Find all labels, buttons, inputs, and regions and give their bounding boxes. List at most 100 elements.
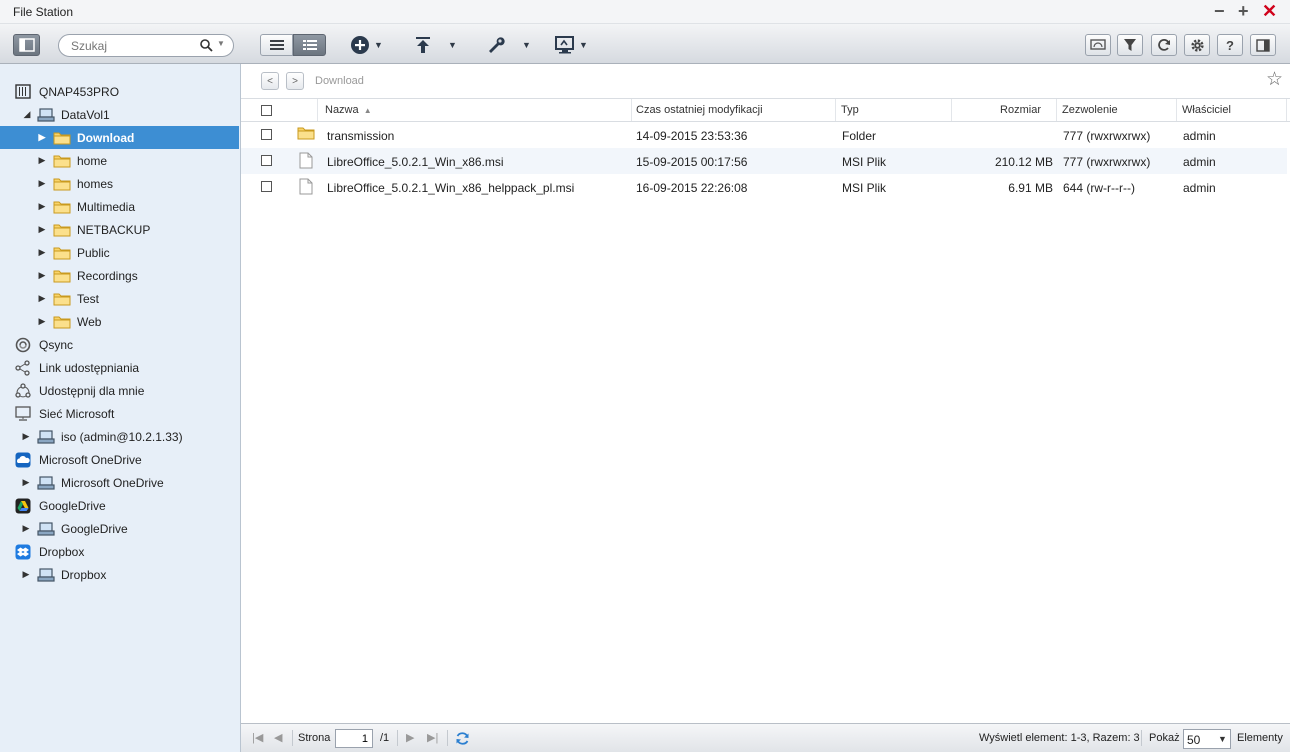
select-all-checkbox[interactable]: [261, 105, 272, 116]
expand-icon[interactable]: ▶: [37, 132, 47, 143]
tree-item-dropbox[interactable]: Dropbox: [0, 540, 239, 563]
header-type[interactable]: Typ: [836, 99, 952, 121]
close-button[interactable]: ✕: [1262, 2, 1277, 20]
remote-mount-button[interactable]: ▼: [555, 34, 588, 56]
sidebar-item-label: Web: [77, 314, 102, 329]
expand-icon[interactable]: ▶: [37, 201, 47, 212]
folder-icon: [53, 268, 71, 284]
expand-icon[interactable]: ▶: [37, 247, 47, 258]
pagination-bar: |◀ ◀ Strona /1 ▶ ▶| Wyświetl element: 1-…: [241, 723, 1290, 752]
favorite-star-icon[interactable]: ☆: [1266, 70, 1283, 89]
expand-icon[interactable]: ▶: [21, 431, 31, 442]
header-modified[interactable]: Czas ostatniej modyfikacji: [631, 99, 836, 121]
refresh-button[interactable]: [1151, 34, 1177, 56]
sidebar-item-netbackup[interactable]: ▶ NETBACKUP: [0, 218, 239, 241]
tree-item-share-link[interactable]: Link udostępniania: [0, 356, 239, 379]
sidebar-item-recordings[interactable]: ▶ Recordings: [0, 264, 239, 287]
cell-modified: 16-09-2015 22:26:08: [636, 181, 748, 195]
header-size[interactable]: Rozmiar: [952, 99, 1057, 121]
back-button[interactable]: <: [261, 72, 279, 90]
sidebar-item-multimedia[interactable]: ▶ Multimedia: [0, 195, 239, 218]
cell-permission: 644 (rw-r--r--): [1063, 181, 1135, 195]
row-checkbox[interactable]: [261, 181, 272, 192]
forward-button[interactable]: >: [286, 72, 304, 90]
tree-item-dropbox-child[interactable]: ▶ Dropbox: [0, 563, 239, 586]
collapse-icon[interactable]: ◢: [22, 109, 32, 120]
nas-icon: [14, 84, 32, 100]
show-label: Pokaż: [1149, 732, 1180, 744]
reload-icon[interactable]: [455, 731, 470, 749]
expand-icon[interactable]: ▶: [37, 155, 47, 166]
expand-icon[interactable]: ▶: [21, 523, 31, 534]
tools-menu-button[interactable]: ▼: [486, 34, 531, 56]
add-icon: [351, 36, 369, 54]
sidebar-toggle-icon: [18, 38, 35, 52]
ms-network-label: Sieć Microsoft: [39, 406, 115, 421]
table-row[interactable]: LibreOffice_5.0.2.1_Win_x86.msi 15-09-201…: [241, 148, 1287, 174]
current-path[interactable]: Download: [315, 75, 364, 87]
upload-button[interactable]: [414, 34, 432, 56]
sidebar-item-download[interactable]: ▶ Download: [0, 126, 239, 149]
first-page-icon[interactable]: |◀: [252, 731, 263, 744]
table-row[interactable]: LibreOffice_5.0.2.1_Win_x86_helppack_pl.…: [241, 174, 1287, 200]
help-button[interactable]: ?: [1217, 34, 1243, 56]
maximize-button[interactable]: +: [1238, 2, 1249, 20]
panel-toggle-button[interactable]: [1250, 34, 1276, 56]
sidebar-item-label: Public: [77, 245, 110, 260]
settings-button[interactable]: [1184, 34, 1210, 56]
tree-item-ms-network-child[interactable]: ▶ iso (admin@10.2.1.33): [0, 425, 239, 448]
expand-icon[interactable]: ▶: [37, 178, 47, 189]
expand-icon[interactable]: ▶: [37, 270, 47, 281]
sidebar-item-home[interactable]: ▶ home: [0, 149, 239, 172]
expand-icon[interactable]: ▶: [37, 293, 47, 304]
tree-item-shared-with-me[interactable]: Udostępnij dla mnie: [0, 379, 239, 402]
sidebar-item-homes[interactable]: ▶ homes: [0, 172, 239, 195]
search-input[interactable]: [71, 38, 196, 53]
search-icon[interactable]: [200, 39, 213, 52]
expand-icon[interactable]: ▶: [21, 477, 31, 488]
share-screen-button[interactable]: [1085, 34, 1111, 56]
row-checkbox[interactable]: [261, 155, 272, 166]
minimize-button[interactable]: −: [1214, 2, 1225, 20]
sidebar-item-test[interactable]: ▶ Test: [0, 287, 239, 310]
tree-item-ms-network[interactable]: Sieć Microsoft: [0, 402, 239, 425]
row-checkbox[interactable]: [261, 129, 272, 140]
upload-menu-button[interactable]: ▼: [444, 34, 457, 56]
sort-ascending-icon: ▲: [363, 106, 372, 115]
last-page-icon[interactable]: ▶|: [427, 731, 438, 744]
table-row[interactable]: transmission 14-09-2015 23:53:36 Folder 777…: [241, 122, 1287, 148]
page-label: Strona: [298, 732, 331, 744]
prev-page-icon[interactable]: ◀: [274, 731, 282, 744]
page-number-input[interactable]: [335, 729, 373, 748]
sidebar-toggle-button[interactable]: [13, 34, 40, 56]
tree-item-googledrive-child[interactable]: ▶ GoogleDrive: [0, 517, 239, 540]
tree-item-qsync[interactable]: Qsync: [0, 333, 239, 356]
header-owner[interactable]: Właściciel: [1177, 99, 1287, 121]
title-bar: File Station − + ✕: [0, 0, 1290, 24]
header-permission[interactable]: Zezwolenie: [1057, 99, 1177, 121]
expand-icon[interactable]: ▶: [37, 224, 47, 235]
header-name[interactable]: Nazwa ▲: [320, 99, 632, 121]
add-menu-button[interactable]: ▼: [350, 34, 383, 56]
sidebar-item-web[interactable]: ▶ Web: [0, 310, 239, 333]
cell-name[interactable]: LibreOffice_5.0.2.1_Win_x86_helppack_pl.…: [327, 181, 574, 195]
expand-icon[interactable]: ▶: [21, 569, 31, 580]
cell-name[interactable]: transmission: [327, 129, 394, 143]
drive-icon: [37, 567, 55, 583]
search-options-icon[interactable]: ▼: [217, 39, 225, 48]
sidebar: QNAP453PRO ◢ DataVol1 ▶ Download ▶ home ▶ hom…: [0, 64, 241, 752]
filter-button[interactable]: [1117, 34, 1143, 56]
page-size-select[interactable]: 50 ▼: [1183, 729, 1231, 749]
expand-icon[interactable]: ▶: [37, 316, 47, 327]
tree-item-nas[interactable]: QNAP453PRO: [0, 80, 239, 103]
tree-item-googledrive[interactable]: GoogleDrive: [0, 494, 239, 517]
tree-item-onedrive[interactable]: Microsoft OneDrive: [0, 448, 239, 471]
next-page-icon[interactable]: ▶: [406, 731, 414, 744]
drive-icon: [37, 429, 55, 445]
cell-name[interactable]: LibreOffice_5.0.2.1_Win_x86.msi: [327, 155, 504, 169]
tree-item-volume[interactable]: ◢ DataVol1: [0, 103, 239, 126]
tree-item-onedrive-child[interactable]: ▶ Microsoft OneDrive: [0, 471, 239, 494]
sidebar-item-public[interactable]: ▶ Public: [0, 241, 239, 264]
detail-view-button[interactable]: [293, 34, 326, 56]
list-view-button[interactable]: [260, 34, 293, 56]
